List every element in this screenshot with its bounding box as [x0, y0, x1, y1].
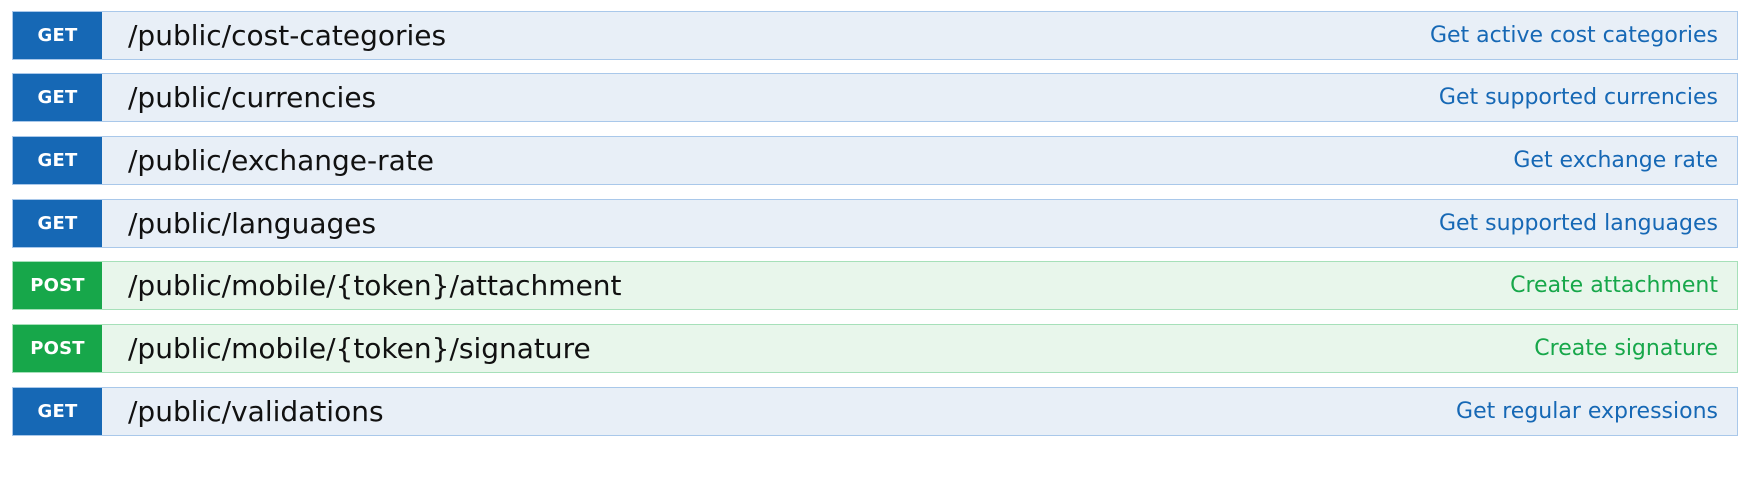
operation-row-get-validations[interactable]: GET /public/validations Get regular expr… — [12, 387, 1738, 436]
operation-summary: Get regular expressions — [1456, 399, 1718, 424]
operation-path: /public/mobile/{token}/signature — [128, 332, 591, 365]
operation-path: /public/languages — [128, 207, 377, 240]
operation-row-get-languages[interactable]: GET /public/languages Get supported lang… — [12, 199, 1738, 248]
method-badge: GET — [13, 137, 102, 184]
operation-row-get-currencies[interactable]: GET /public/currencies Get supported cur… — [12, 73, 1738, 122]
method-badge: GET — [13, 12, 102, 59]
method-badge: GET — [13, 74, 102, 121]
operation-path: /public/validations — [128, 395, 384, 428]
operation-row-get-exchange-rate[interactable]: GET /public/exchange-rate Get exchange r… — [12, 136, 1738, 185]
operation-summary: Create attachment — [1510, 273, 1718, 298]
method-badge: GET — [13, 388, 102, 435]
method-badge: GET — [13, 200, 102, 247]
operation-summary: Get supported languages — [1438, 211, 1718, 236]
operation-summary: Get active cost categories — [1429, 23, 1718, 48]
method-badge: POST — [13, 262, 102, 309]
operation-row-get-cost-categories[interactable]: GET /public/cost-categories Get active c… — [12, 11, 1738, 60]
operation-summary: Get supported currencies — [1438, 85, 1718, 110]
method-badge: POST — [13, 325, 102, 372]
operations-list: GET /public/cost-categories Get active c… — [0, 0, 1749, 492]
operation-summary: Get exchange rate — [1513, 148, 1718, 173]
operation-row-post-signature[interactable]: POST /public/mobile/{token}/signature Cr… — [12, 324, 1738, 373]
operation-path: /public/exchange-rate — [128, 144, 434, 177]
operation-row-post-attachment[interactable]: POST /public/mobile/{token}/attachment C… — [12, 261, 1738, 310]
operation-path: /public/cost-categories — [128, 19, 447, 52]
operation-summary: Create signature — [1534, 336, 1718, 361]
operation-path: /public/mobile/{token}/attachment — [128, 269, 622, 302]
operation-path: /public/currencies — [128, 81, 377, 114]
